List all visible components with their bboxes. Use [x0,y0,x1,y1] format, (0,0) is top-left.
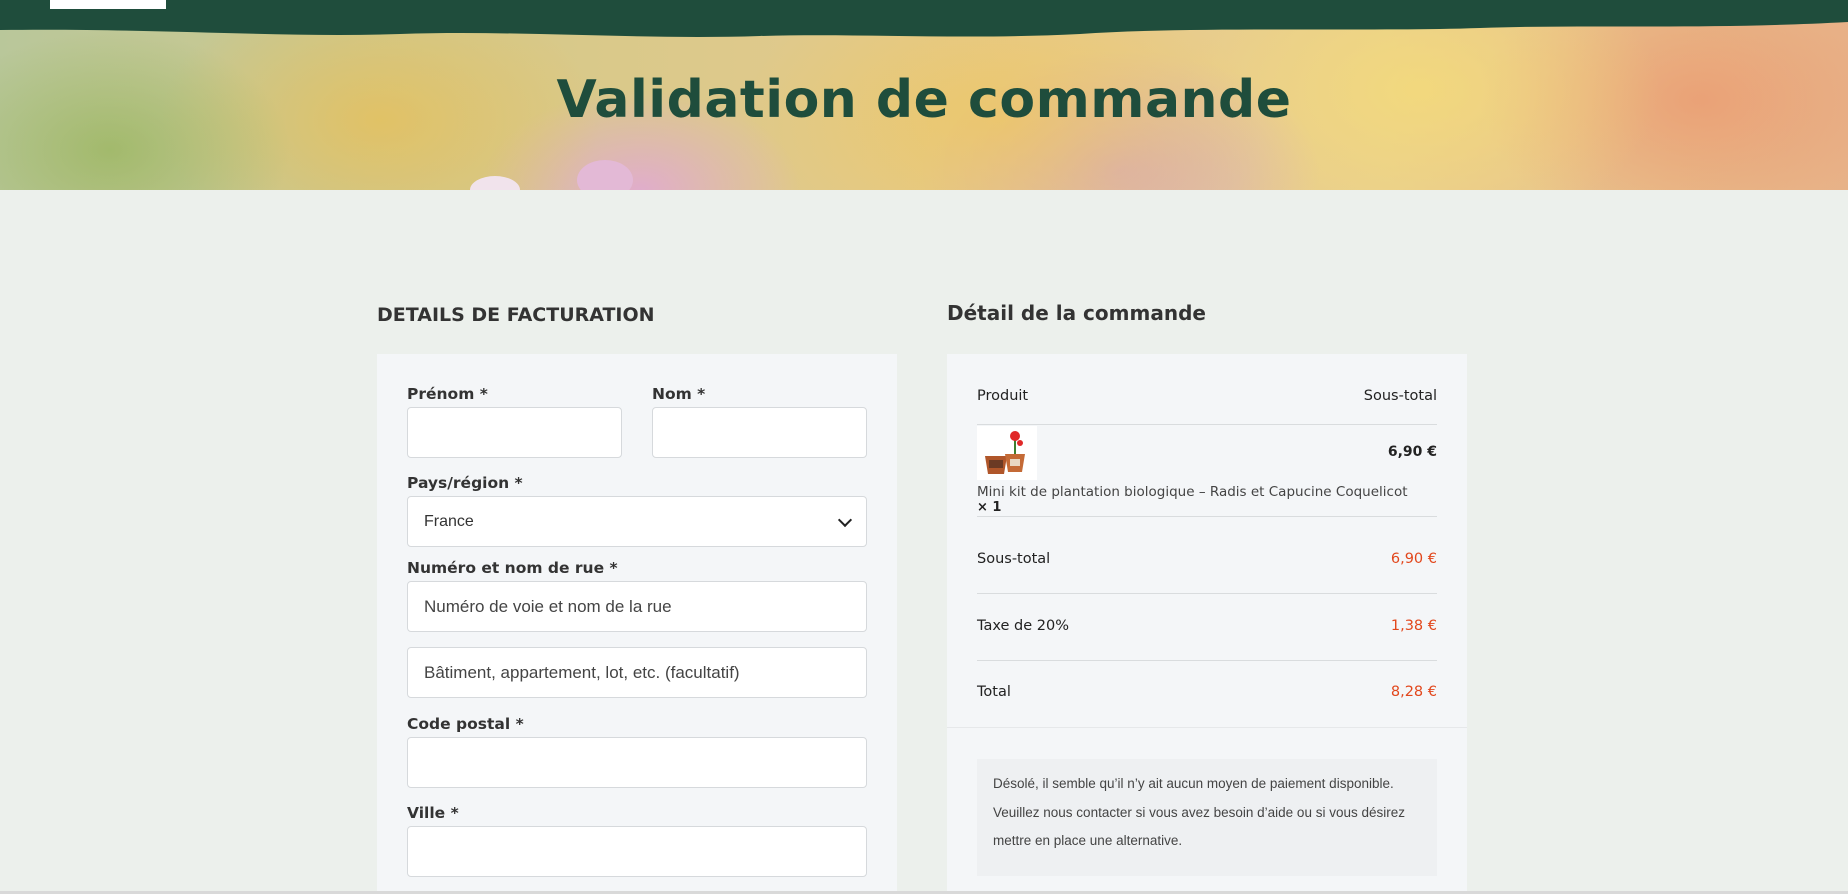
order-review: Produit Sous-total 6,90 € Mini kit de pl… [947,354,1467,894]
total-value: 8,28 € [1390,684,1437,700]
item-price: 6,90 € [1387,444,1437,460]
tax-label: Taxe de 20% [977,618,1069,634]
item-name[interactable]: Mini kit de plantation biologique – Radi… [977,484,1408,500]
header-wave-shape [0,0,1848,37]
country-selected-value: France [424,513,474,530]
street2-field[interactable]: Bâtiment, appartement, lot, etc. (facult… [407,647,867,698]
first-name-label: Prénom * [407,385,488,403]
site-logo[interactable] [50,0,166,9]
country-label: Pays/région * [407,474,523,492]
city-label: Ville * [407,804,459,822]
item-quantity: × 1 [977,500,1002,515]
subtotal-label: Sous-total [977,551,1051,567]
page-title: Validation de commande [556,70,1292,130]
tax-value: 1,38 € [1390,618,1437,634]
chevron-down-icon [837,512,853,528]
city-field[interactable] [407,826,867,877]
billing-form: Prénom * Nom * Pays/région * France Numé… [377,354,897,894]
divider [977,424,1437,425]
subtotal-column-header: Sous-total [1363,388,1437,404]
country-select[interactable]: France [407,496,867,547]
first-name-field[interactable] [407,407,622,458]
divider [947,727,1467,728]
street-field[interactable]: Numéro de voie et nom de la rue [407,581,867,632]
total-label: Total [977,684,1011,700]
product-thumbnail-icon[interactable] [977,426,1037,480]
last-name-field[interactable] [652,407,867,458]
divider [977,516,1437,517]
last-name-label: Nom * [652,385,706,403]
postcode-field[interactable] [407,737,867,788]
divider [977,593,1437,594]
street-label: Numéro et nom de rue * [407,559,618,577]
subtotal-value: 6,90 € [1390,551,1437,567]
postcode-label: Code postal * [407,715,524,733]
order-section-title: Détail de la commande [947,301,1206,325]
flower-petal-shape [470,160,633,190]
divider [977,660,1437,661]
hero-banner: Validation de commande [0,0,1848,190]
payment-notice: Désolé, il semble qu’il n’y ait aucun mo… [977,759,1437,876]
billing-section-title: DETAILS DE FACTURATION [377,304,655,326]
product-column-header: Produit [977,388,1029,404]
